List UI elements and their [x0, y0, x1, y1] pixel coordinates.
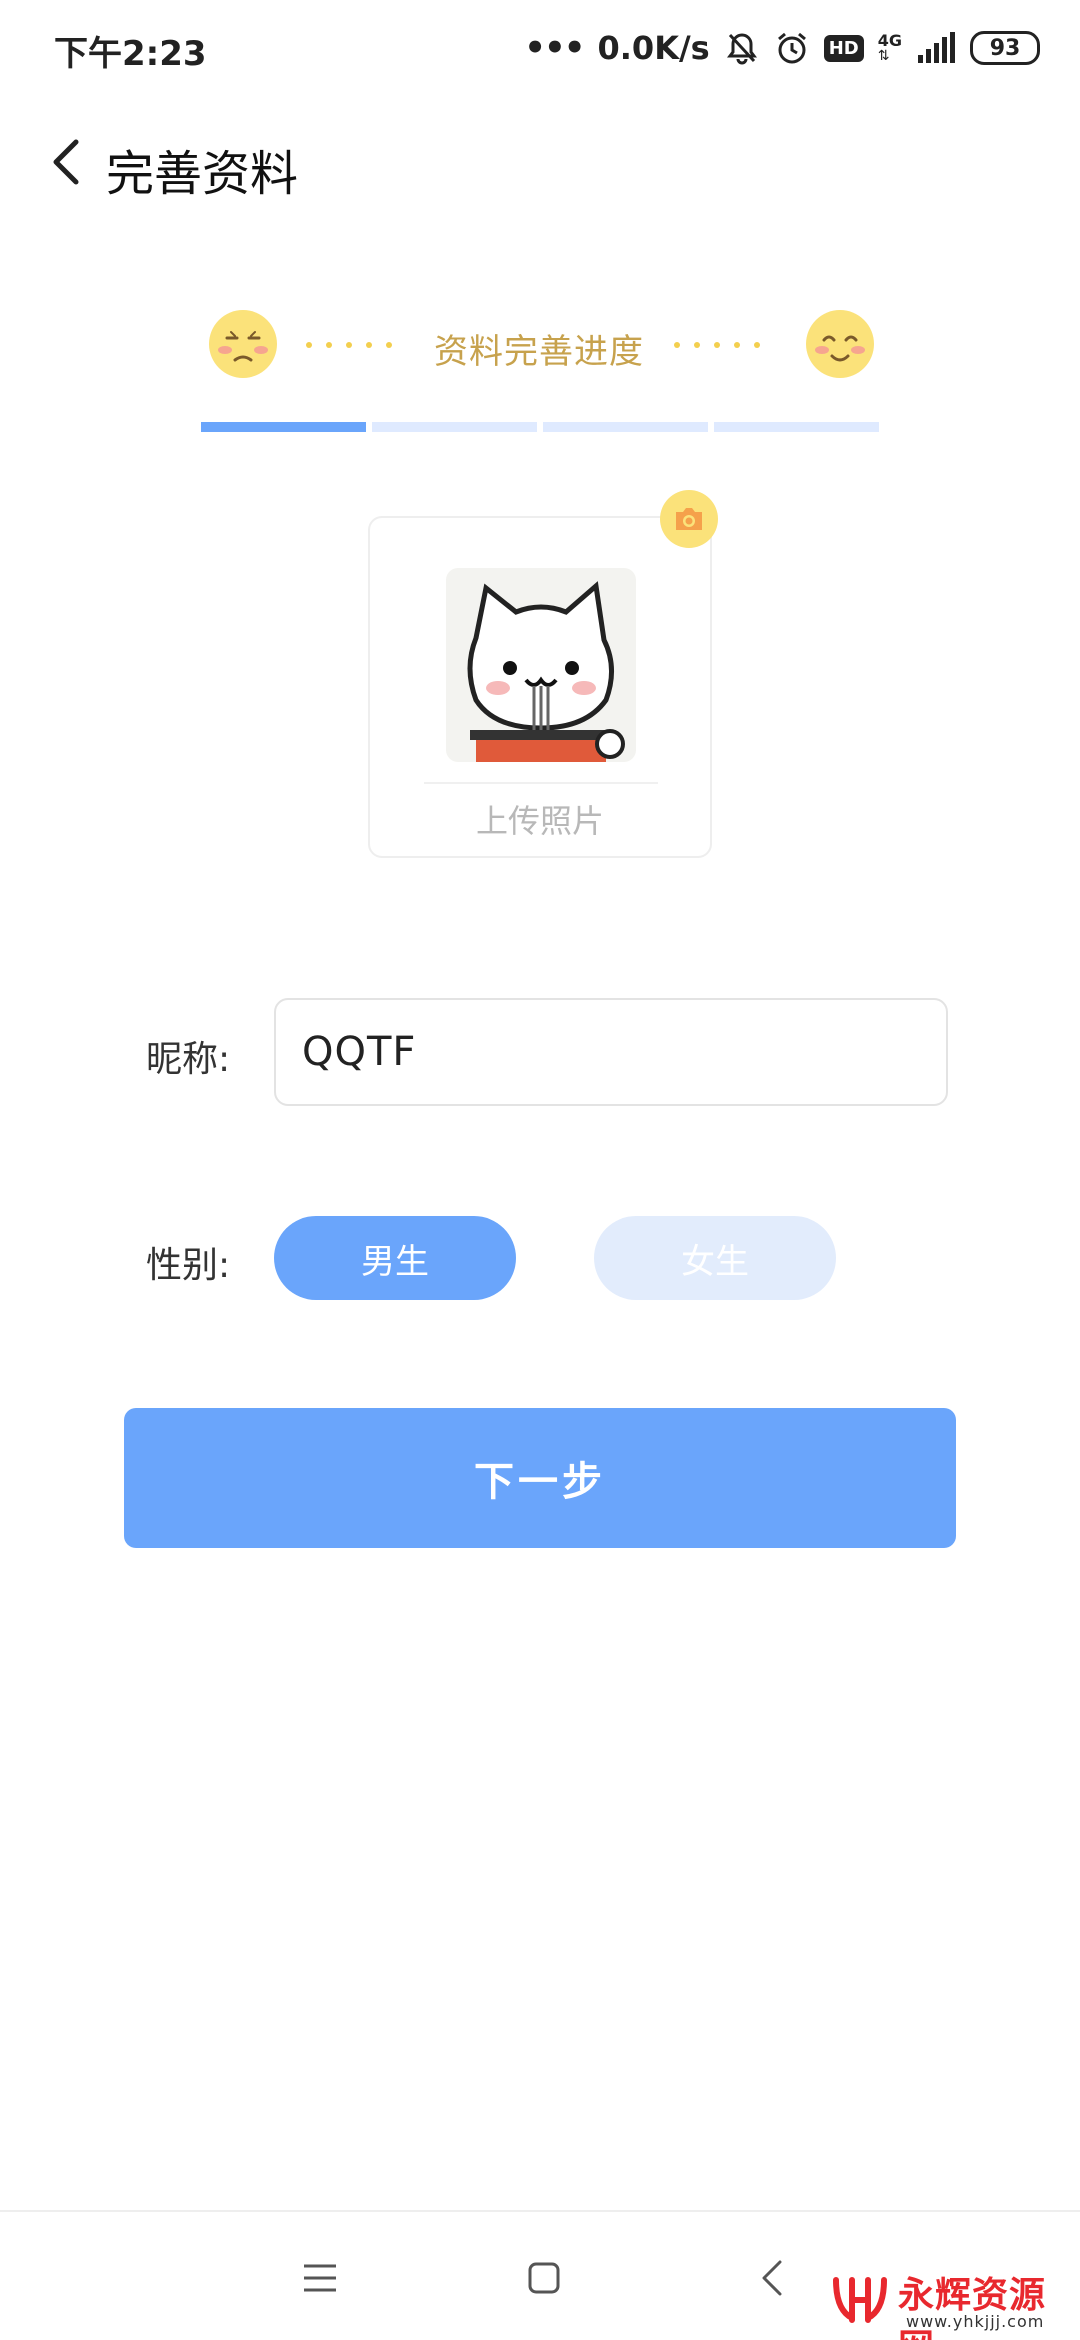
status-time: 下午2:23 — [54, 34, 207, 74]
menu-icon — [304, 2264, 336, 2292]
progress-dots-right — [674, 342, 760, 348]
progress-bar — [201, 422, 879, 432]
status-indicators: ••• 0.0K/s HD 4G ⇅ 93 — [524, 24, 1040, 72]
battery-level: 93 — [989, 35, 1021, 61]
battery-icon: 93 — [970, 31, 1040, 65]
happy-face-icon — [806, 310, 874, 378]
nav-back-button[interactable] — [742, 2248, 802, 2308]
home-icon — [528, 2262, 560, 2294]
progress-label: 资料完善进度 — [434, 332, 644, 372]
progress-dots-left — [306, 342, 392, 348]
status-bar: 下午2:23 ••• 0.0K/s HD 4G ⇅ 93 — [0, 0, 1080, 96]
watermark: 永辉资源网 www.yhkjjj.com — [830, 2266, 1070, 2340]
status-dots: ••• — [524, 28, 585, 68]
network-speed: 0.0K/s — [597, 29, 710, 67]
nickname-label: 昵称: — [146, 1039, 231, 1080]
progress-segment — [372, 422, 537, 432]
camera-icon — [676, 508, 702, 530]
menu-button[interactable] — [290, 2248, 350, 2308]
sad-face-icon — [209, 310, 277, 378]
back-icon — [762, 2260, 782, 2296]
alarm-icon — [774, 30, 810, 66]
home-button[interactable] — [514, 2248, 574, 2308]
progress-segment — [201, 422, 366, 432]
back-button[interactable] — [36, 132, 96, 192]
camera-button[interactable] — [660, 490, 718, 548]
upload-photo-label[interactable]: 上传照片 — [368, 796, 712, 842]
signal-icon — [916, 30, 956, 66]
hd-icon: HD — [823, 34, 864, 62]
gender-label: 性别: — [146, 1245, 231, 1286]
next-step-button[interactable]: 下一步 — [124, 1408, 956, 1548]
network-label: 4G — [877, 31, 902, 50]
chevron-left-icon — [53, 139, 79, 185]
cat-avatar-image — [446, 568, 636, 762]
bell-muted-icon — [724, 30, 760, 66]
watermark-logo — [833, 2277, 887, 2323]
nickname-value: QQTF — [302, 1029, 417, 1075]
watermark-url: www.yhkjjj.com — [906, 2312, 1045, 2331]
progress-segment — [543, 422, 708, 432]
gender-male-button[interactable]: 男生 — [274, 1216, 516, 1300]
data-arrows-icon: ⇅ — [877, 48, 890, 64]
progress-indicator: 资料完善进度 — [206, 310, 874, 382]
avatar[interactable] — [446, 568, 636, 762]
photo-divider — [424, 782, 658, 784]
header: 完善资料 — [0, 110, 1080, 220]
page-title: 完善资料 — [106, 146, 299, 202]
gender-female-button[interactable]: 女生 — [594, 1216, 836, 1300]
nickname-input[interactable]: QQTF — [274, 998, 948, 1106]
progress-segment — [714, 422, 879, 432]
network-type: 4G ⇅ — [877, 31, 902, 64]
